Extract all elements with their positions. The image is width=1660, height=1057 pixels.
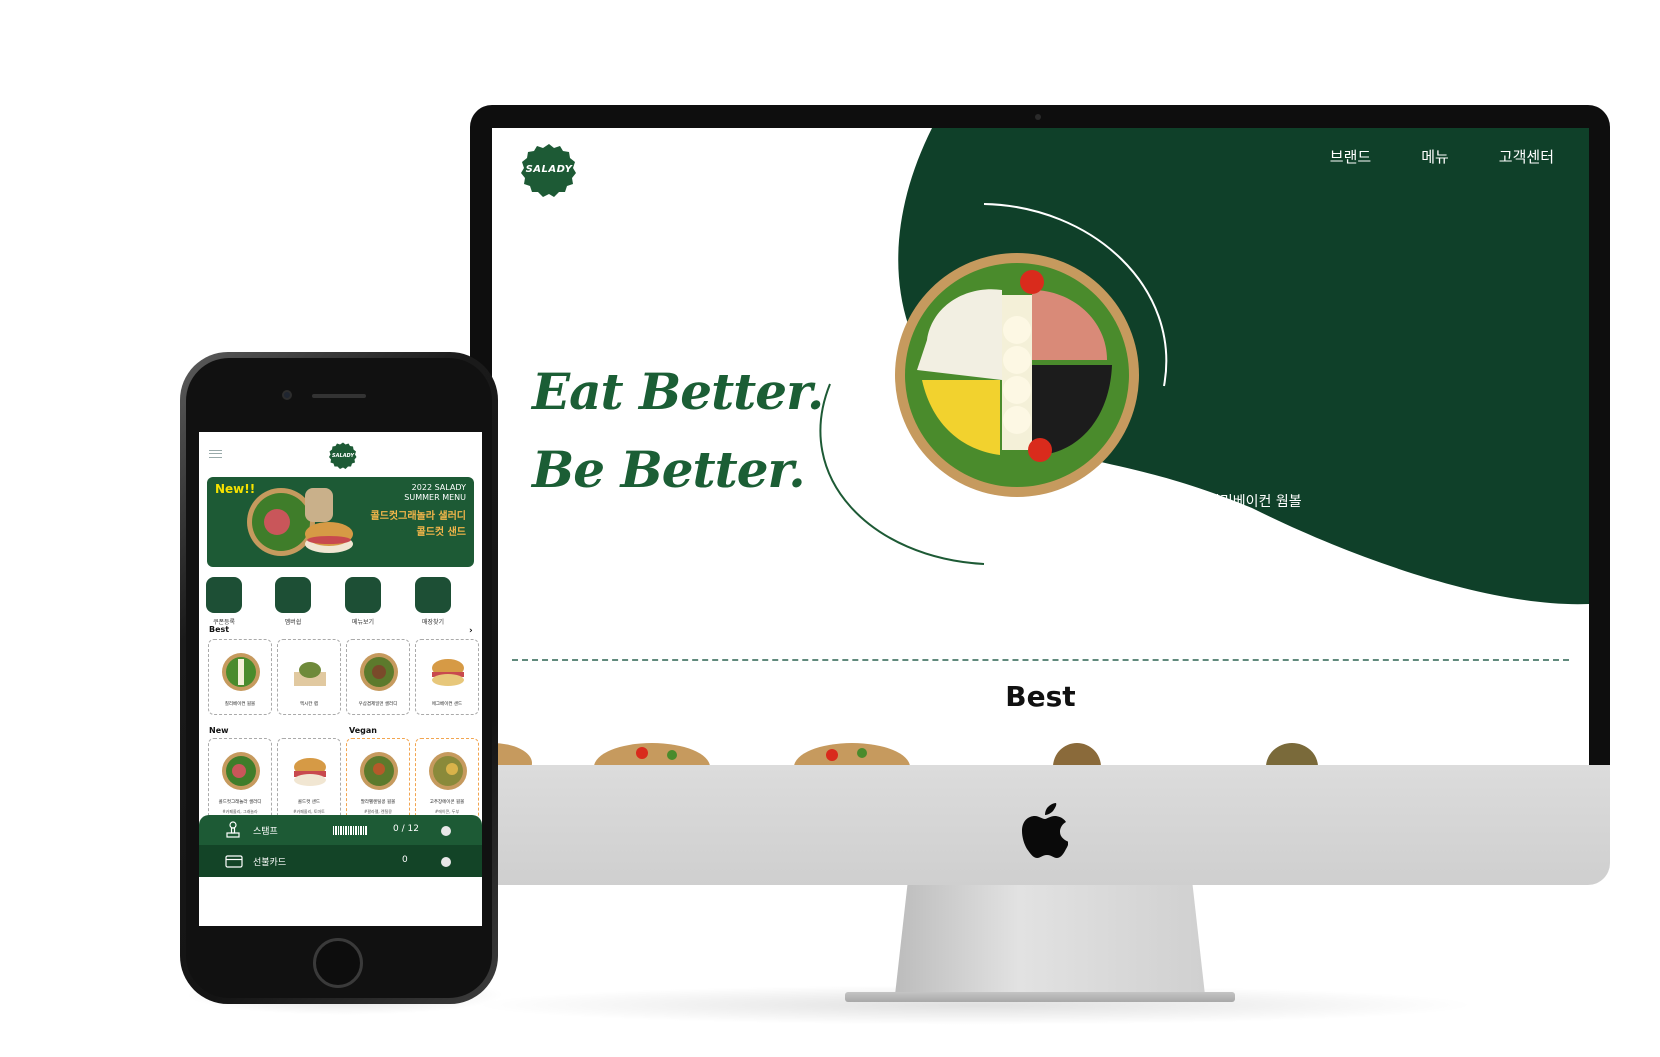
food-image xyxy=(432,659,464,686)
store-icon xyxy=(415,577,451,613)
best-card[interactable]: 우삼겹제일먼 샐러디 xyxy=(346,639,410,715)
food-image xyxy=(360,653,398,691)
new-section-label: New xyxy=(209,726,229,735)
menu-view-icon xyxy=(345,577,381,613)
quick-membership-label: 멤버쉽 xyxy=(284,619,302,626)
quick-store-label: 매장찾기 xyxy=(421,619,445,626)
banner-new-badge: New!! xyxy=(215,482,256,496)
promo-banner[interactable]: New!! 2022 SALADY SUMMER MENU 콜드컷그래놀라 샐러… xyxy=(207,477,474,567)
phone-home-button[interactable] xyxy=(313,938,363,988)
nav-brand[interactable]: 브랜드 xyxy=(1330,146,1371,167)
stamp-count: 0 / 12 xyxy=(393,824,419,834)
card-label: 우삼겹제일먼 샐러디 xyxy=(358,702,398,707)
best-items-row xyxy=(492,743,1318,765)
imac-camera xyxy=(1035,114,1041,120)
vegan-section-label: Vegan xyxy=(349,726,377,735)
membership-icon xyxy=(275,577,311,613)
mockup-stage: SALADY 브랜드 메뉴 고객센터 Eat Better. Be Better… xyxy=(0,0,1660,1057)
hero-headline: Eat Better. Be Better. xyxy=(532,353,824,509)
card-icon xyxy=(225,855,243,868)
hero-line-2: Be Better. xyxy=(532,440,806,499)
banner-title-2: 콜드컷 샌드 xyxy=(416,527,466,538)
card-label: 고추장에이콘 웜볼 xyxy=(429,800,465,805)
food-image xyxy=(222,653,260,691)
chevron-right-icon[interactable]: › xyxy=(469,626,473,636)
chevron-up-icon[interactable] xyxy=(441,857,451,867)
salad-bowl-image xyxy=(895,253,1139,497)
imac-stand-base xyxy=(845,992,1235,1002)
phone-speaker xyxy=(312,394,366,398)
prepaid-count: 0 xyxy=(402,855,408,865)
card-label: 멕시칸 랩 xyxy=(300,702,318,707)
banner-title-1: 콜드컷그래놀라 샐러디 xyxy=(370,511,466,522)
chevron-up-icon[interactable] xyxy=(441,826,451,836)
logo-text: SALADY xyxy=(525,164,573,175)
prepaid-bar[interactable]: 선불카드 0 xyxy=(199,845,482,877)
section-divider xyxy=(512,659,1569,661)
hero-line-1: Eat Better. xyxy=(532,362,824,421)
food-image xyxy=(294,758,326,786)
best-card[interactable]: 에그베이컨 샌드 xyxy=(415,639,479,715)
hero-caption: 칠리베이컨 웜볼 xyxy=(1207,494,1302,510)
barcode-icon[interactable] xyxy=(333,826,367,835)
prepaid-label: 선불카드 xyxy=(253,858,287,868)
mobile-app-screen: SALADY New!! 2022 SALADY SUMMER MENU 콜드컷… xyxy=(199,432,482,926)
food-image xyxy=(429,752,467,790)
card-label: 콜드컷 샌드 xyxy=(297,800,321,805)
top-nav: 브랜드 메뉴 고객센터 xyxy=(1330,146,1554,167)
best-section-title: Best xyxy=(1005,680,1076,713)
quick-coupon[interactable]: 쿠폰등록 xyxy=(199,577,255,626)
coupon-icon xyxy=(206,577,242,613)
stamp-label: 스탬프 xyxy=(253,827,278,837)
banner-season: 2022 SALADY SUMMER MENU xyxy=(404,483,466,503)
phone-camera xyxy=(282,390,292,400)
mobile-logo-text: SALADY xyxy=(332,453,354,459)
website-screen: SALADY 브랜드 메뉴 고객센터 Eat Better. Be Better… xyxy=(492,128,1589,765)
banner-food-image xyxy=(247,488,353,556)
best-section-label: Best xyxy=(209,625,230,634)
nav-menu[interactable]: 메뉴 xyxy=(1421,146,1449,167)
imac-stand xyxy=(895,885,1205,995)
food-image xyxy=(222,752,260,790)
banner-year-text: 2022 SALADY xyxy=(411,483,466,492)
food-image xyxy=(294,662,326,686)
quick-menu-label: 메뉴보기 xyxy=(351,619,375,626)
apple-icon xyxy=(1022,803,1068,858)
stamp-icon xyxy=(226,821,240,838)
card-label: 에그베이컨 샌드 xyxy=(431,702,463,707)
quick-store[interactable]: 매장찾기 xyxy=(402,577,464,626)
best-card[interactable]: 멕시칸 랩 xyxy=(277,639,341,715)
quick-membership[interactable]: 멤버쉽 xyxy=(262,577,324,626)
card-label: 팔라펠렌틸콩 웜볼 xyxy=(360,800,396,805)
food-image xyxy=(360,752,398,790)
card-label: 칠리베이컨 웜볼 xyxy=(224,702,256,707)
quick-menu[interactable]: 메뉴보기 xyxy=(332,577,394,626)
card-label: 콜드컷그래놀라 샐러디 xyxy=(218,800,262,805)
nav-support[interactable]: 고객센터 xyxy=(1499,146,1554,167)
menu-icon[interactable] xyxy=(209,450,222,458)
best-card[interactable]: 칠리베이컨 웜볼 xyxy=(208,639,272,715)
banner-season-text: SUMMER MENU xyxy=(404,493,466,502)
